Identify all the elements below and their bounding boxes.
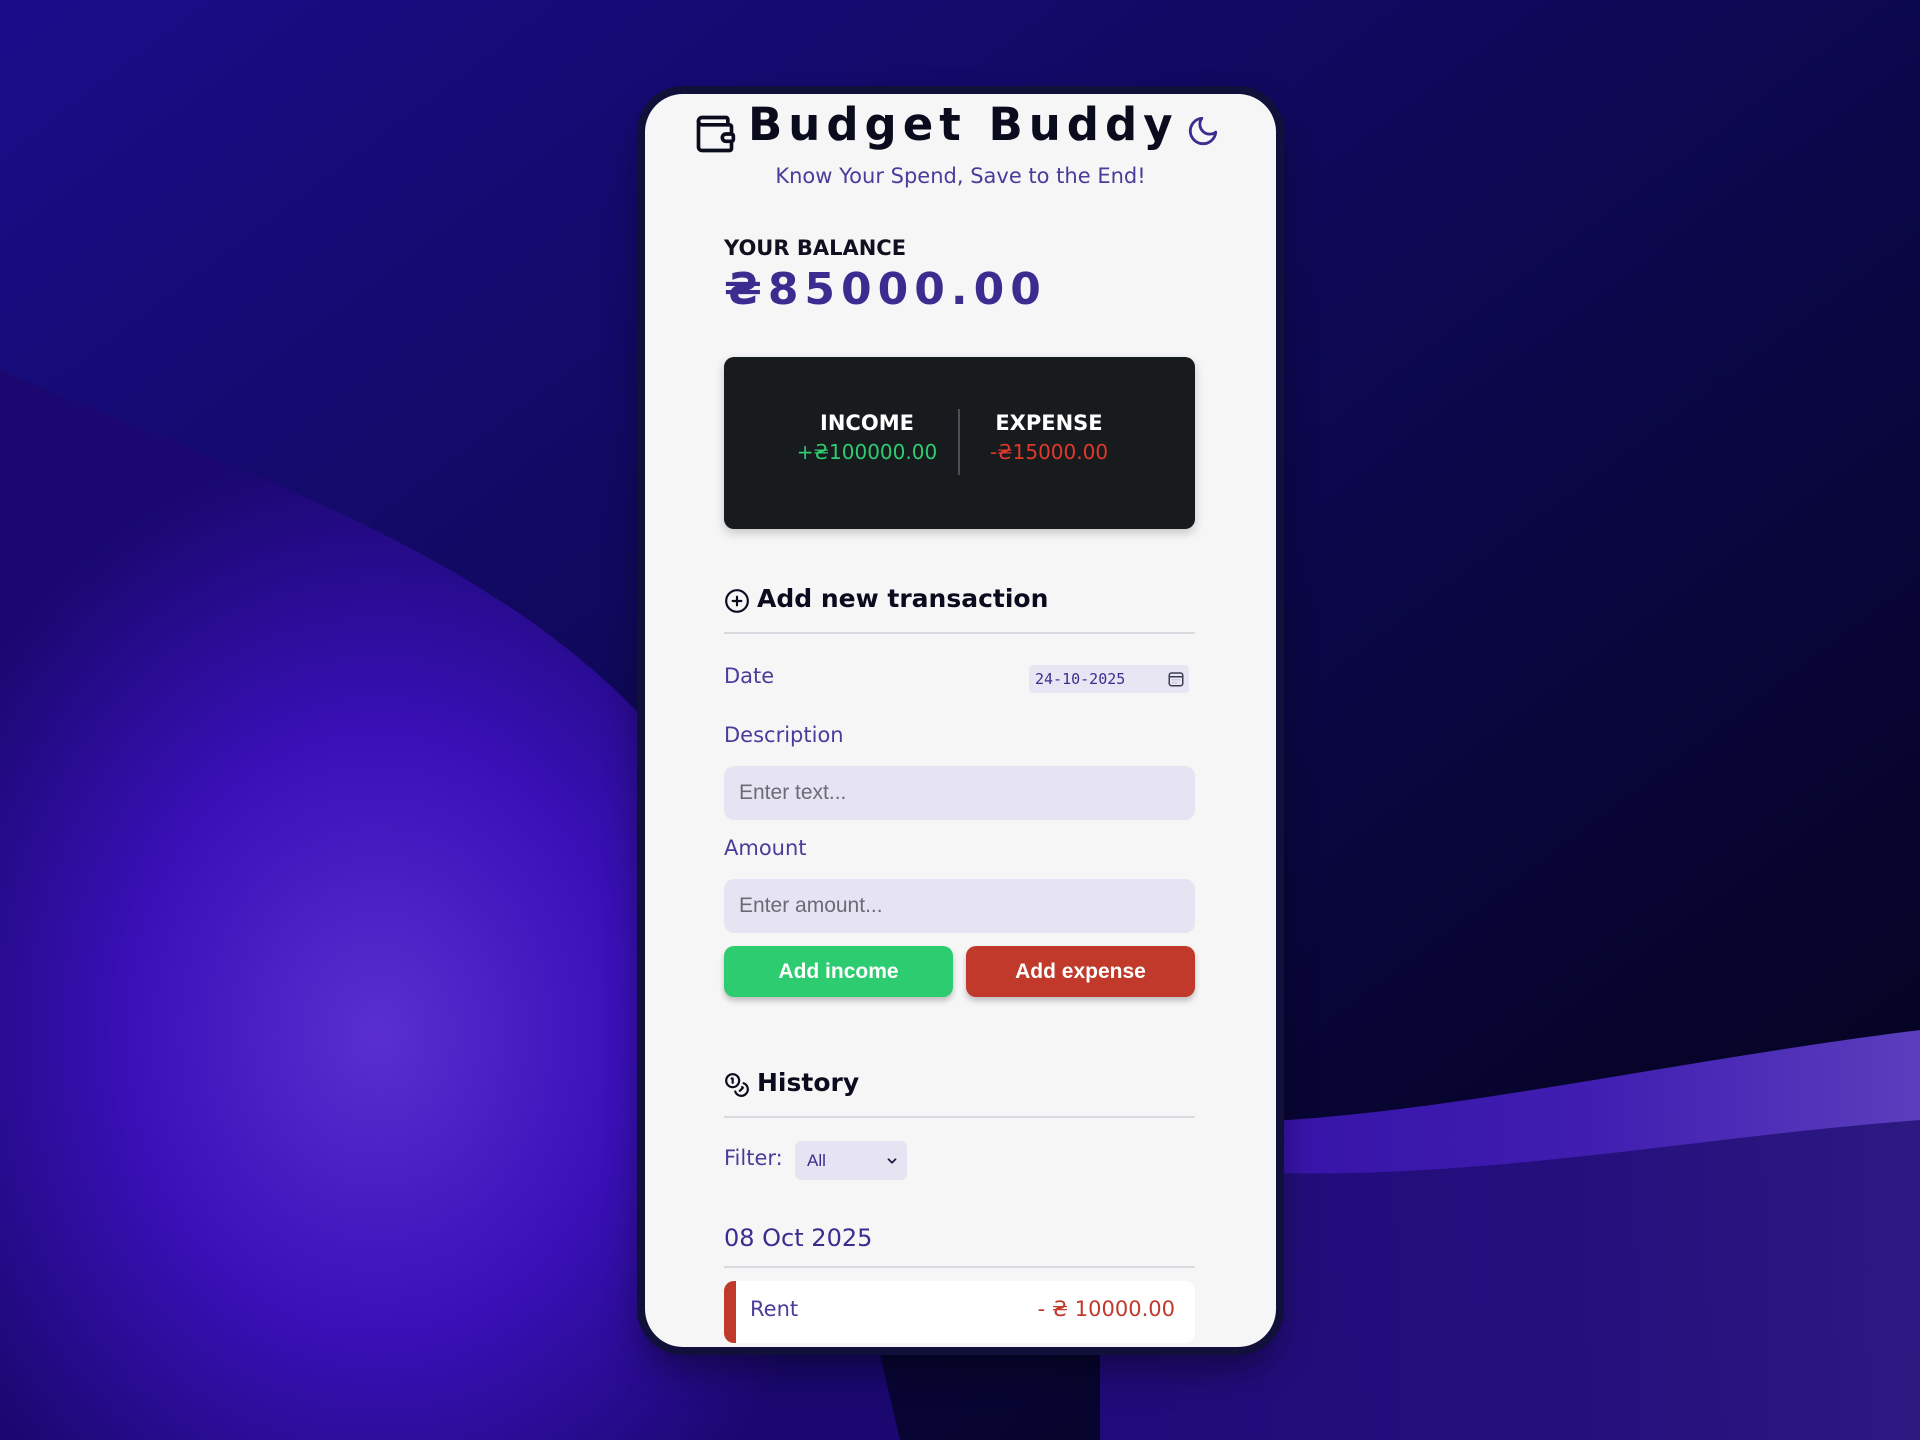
description-label: Description [724,723,844,747]
tagline: Know Your Spend, Save to the End! [775,164,1146,188]
income-summary: INCOME +₴100000.00 [767,409,967,467]
date-label: Date [724,664,775,688]
income-expense-card: INCOME +₴100000.00 EXPENSE -₴15000.00 [724,357,1195,529]
add-transaction-title: Add new transaction [757,584,1049,613]
plus-circle-icon [725,589,749,613]
chevron-down-icon [887,1158,897,1164]
history-divider [724,1116,1195,1118]
date-value: 24-10-2025 [1035,670,1126,688]
income-value: +₴100000.00 [796,440,938,464]
calendar-icon[interactable] [1167,670,1185,688]
history-row[interactable]: Rent - ₴ 10000.00 [724,1281,1195,1343]
section-divider [724,632,1195,634]
wallet-icon [696,115,736,153]
app-window: Budget Buddy Know Your Spend, Save to th… [645,94,1276,1347]
history-item-description: Rent [750,1297,799,1321]
add-expense-button[interactable]: Add expense [966,946,1195,997]
income-label: INCOME [820,411,914,435]
filter-label: Filter: [724,1146,783,1170]
amount-label: Amount [724,836,807,860]
history-item-amount: - ₴ 10000.00 [1037,1297,1175,1321]
expense-summary: EXPENSE -₴15000.00 [949,409,1149,467]
app-title: Budget Buddy [748,98,1179,151]
moon-icon[interactable] [1186,114,1220,148]
expense-value: -₴15000.00 [989,440,1109,464]
group-divider [724,1266,1195,1268]
balance-amount: ₴85000.00 [724,264,1047,315]
balance-label: YOUR BALANCE [724,236,907,260]
filter-select[interactable]: All [795,1141,907,1180]
history-title: History [757,1068,860,1097]
amount-input[interactable] [724,879,1195,933]
date-input[interactable]: 24-10-2025 [1029,665,1189,693]
history-group-date: 08 Oct 2025 [724,1224,873,1252]
expense-label: EXPENSE [995,411,1103,435]
add-income-button[interactable]: Add income [724,946,953,997]
description-input[interactable] [724,766,1195,820]
expense-indicator [724,1281,736,1343]
filter-value: All [807,1151,826,1170]
coins-icon [725,1073,749,1097]
